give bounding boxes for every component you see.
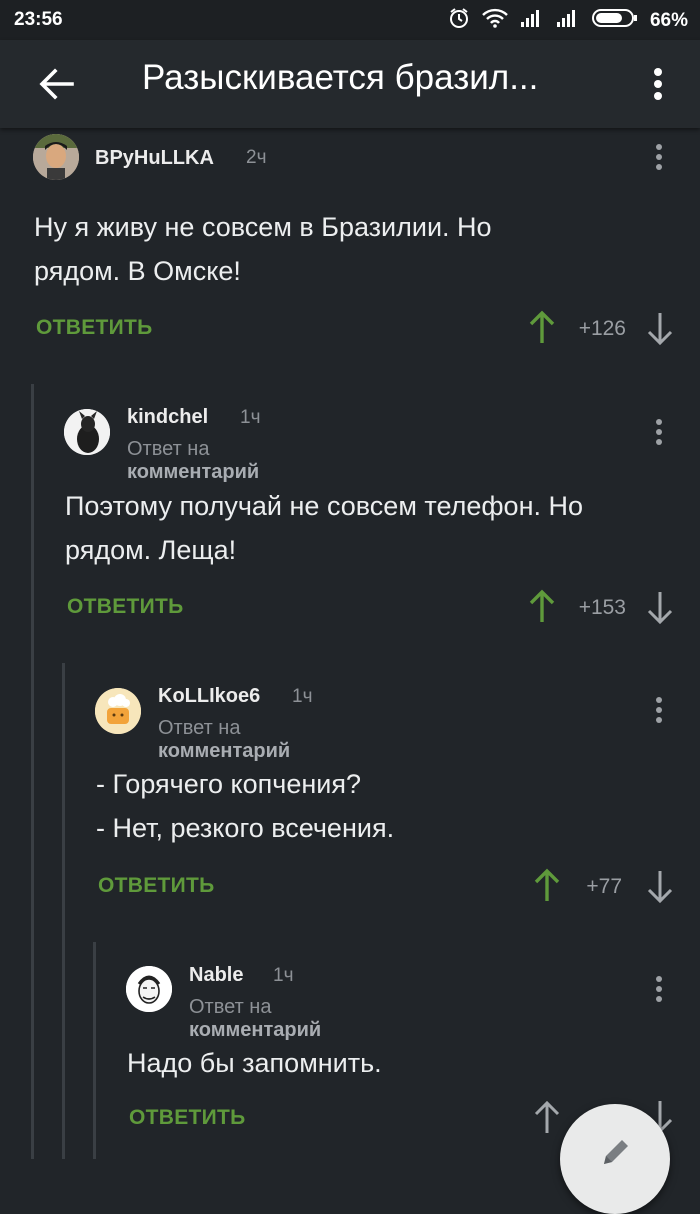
more-vert-icon [656, 144, 662, 170]
avatar[interactable] [64, 409, 110, 455]
arrow-up-icon [534, 1100, 560, 1133]
thread-line-level-1 [31, 384, 34, 1159]
comment-body: Надо бы запомнить. [127, 1048, 382, 1078]
more-vert-icon [654, 68, 662, 100]
downvote-button[interactable] [646, 870, 674, 904]
comment-author[interactable]: Nable [189, 964, 243, 987]
comment-time: 2ч [246, 147, 267, 168]
comment-author[interactable]: BPyHuLLKA [95, 147, 214, 170]
more-vert-icon [656, 976, 662, 1002]
comment-time: 1ч [273, 965, 294, 986]
write-comment-fab[interactable] [560, 1104, 670, 1214]
arrow-down-icon [647, 313, 673, 346]
comment-score: +153 [578, 596, 626, 619]
signal-icon-2 [556, 8, 580, 34]
avatar[interactable] [95, 688, 141, 734]
more-vert-icon [656, 697, 662, 723]
status-bar: 23:56 66% [0, 0, 700, 40]
comment-body: Поэтому получай не совсем телефон. Но ря… [65, 491, 583, 565]
reply-button[interactable]: ОТВЕТИТЬ [67, 595, 184, 619]
wifi-icon [482, 8, 508, 34]
alarm-icon [448, 7, 470, 35]
reply-button[interactable]: ОТВЕТИТЬ [36, 316, 153, 340]
comment-menu-button[interactable] [652, 974, 666, 1006]
reply-to-label: Ответ на комментарий [189, 996, 322, 1041]
arrow-left-icon [39, 68, 74, 100]
upvote-button[interactable] [528, 310, 556, 344]
comment-body: - Горячего копчения? - Нет, резкого всеч… [96, 769, 395, 843]
thread-line-level-2 [62, 663, 65, 1159]
status-time: 23:56 [14, 9, 63, 30]
comment-time: 1ч [292, 686, 313, 707]
avatar[interactable] [126, 966, 172, 1012]
arrow-up-icon [529, 310, 555, 343]
upvote-button[interactable] [528, 589, 556, 623]
comment-body: Ну я живу не совсем в Бразилии. Но рядом… [34, 212, 492, 286]
overflow-menu-button[interactable] [646, 64, 670, 108]
comment-menu-button[interactable] [652, 417, 666, 449]
comment-time: 1ч [240, 407, 261, 428]
comment-author[interactable]: kindchel [127, 406, 208, 429]
arrow-up-icon [529, 589, 555, 622]
back-button[interactable] [34, 62, 78, 106]
battery-percent: 66% [649, 10, 688, 31]
more-vert-icon [656, 419, 662, 445]
downvote-button[interactable] [646, 312, 674, 346]
comment-score: +77 [586, 875, 622, 898]
page-title: Разыскивается бразил... [142, 58, 539, 97]
pencil-icon [604, 1140, 628, 1164]
status-icons: 66% [448, 7, 688, 35]
arrow-up-icon [534, 868, 560, 901]
app-bar: Разыскивается бразил... [0, 40, 700, 128]
upvote-button[interactable] [533, 868, 561, 902]
reply-button[interactable]: ОТВЕТИТЬ [129, 1106, 246, 1130]
reply-to-label: Ответ на комментарий [127, 438, 260, 483]
arrow-down-icon [647, 592, 673, 625]
reply-to-label: Ответ на комментарий [158, 717, 291, 762]
signal-icon [520, 8, 544, 34]
comment-score: +126 [578, 317, 626, 340]
comment-author[interactable]: KoLLIkoe6 [158, 685, 260, 708]
comment-menu-button[interactable] [652, 695, 666, 727]
comment-menu-button[interactable] [652, 142, 666, 174]
reply-button[interactable]: ОТВЕТИТЬ [98, 874, 215, 898]
arrow-down-icon [647, 871, 673, 904]
reply-to-link[interactable]: комментарий [158, 740, 290, 762]
avatar[interactable] [33, 134, 79, 180]
upvote-button[interactable] [533, 1100, 561, 1134]
thread-line-level-3 [93, 942, 96, 1159]
battery-icon [591, 8, 638, 34]
reply-to-link[interactable]: комментарий [127, 461, 259, 483]
reply-to-link[interactable]: комментарий [189, 1019, 321, 1041]
downvote-button[interactable] [646, 591, 674, 625]
